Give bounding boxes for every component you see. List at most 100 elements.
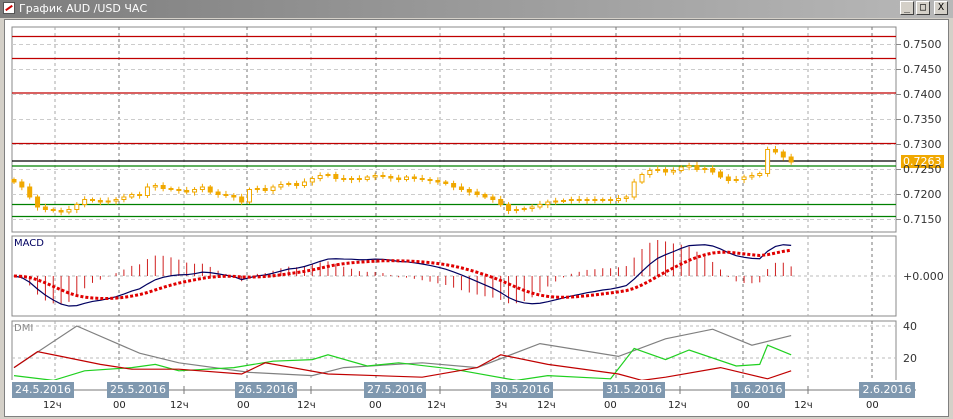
- candle-body: [121, 196, 127, 200]
- candle-body: [521, 208, 527, 210]
- candle-body: [545, 201, 551, 205]
- hour-label: 00: [237, 400, 250, 411]
- date-label: 30.5.2016: [491, 382, 553, 398]
- candle-body: [427, 179, 433, 181]
- candle-body: [498, 199, 504, 205]
- candle-body: [741, 176, 747, 180]
- candle-body: [199, 186, 205, 190]
- candle-body: [647, 170, 653, 175]
- candle-body: [529, 206, 535, 209]
- candle-body: [192, 189, 198, 193]
- candle-body: [105, 200, 111, 203]
- hour-label: 12ч: [43, 400, 62, 411]
- hour-label: 12ч: [668, 400, 687, 411]
- price-axis-label: 0.7250: [903, 162, 942, 176]
- candle-body: [443, 181, 449, 184]
- hour-label: 00: [866, 400, 879, 411]
- price-axis-label: 0.7400: [903, 87, 942, 101]
- candle-body: [490, 196, 496, 200]
- candle-body: [506, 204, 512, 211]
- candle-body: [608, 199, 614, 201]
- candle-body: [411, 176, 417, 179]
- candle-body: [144, 186, 150, 196]
- candle-body: [42, 206, 48, 210]
- candle-body: [419, 178, 425, 180]
- candle-body: [380, 175, 386, 177]
- hour-label: 12ч: [297, 400, 316, 411]
- candle-body: [356, 178, 362, 180]
- price-axis-label: 0.7300: [903, 137, 942, 151]
- candle-body: [670, 170, 676, 173]
- hour-label: 12ч: [537, 400, 556, 411]
- candle-body: [341, 178, 347, 180]
- chart-canvas[interactable]: [0, 0, 953, 419]
- candle-body: [749, 175, 755, 178]
- candle-body: [568, 199, 574, 201]
- candle-body: [349, 178, 355, 180]
- candle-body: [160, 185, 166, 189]
- candle-body: [404, 176, 409, 180]
- candle-body: [152, 185, 158, 188]
- candle-body: [278, 184, 284, 188]
- candle-body: [11, 179, 17, 183]
- candle-body: [576, 199, 582, 201]
- candle-body: [537, 204, 543, 208]
- candle-body: [333, 174, 339, 179]
- candle-body: [592, 199, 598, 201]
- date-label: 31.5.2016: [603, 382, 665, 398]
- candle-body: [19, 181, 25, 188]
- candle-body: [364, 176, 370, 180]
- candle-body: [97, 200, 103, 203]
- date-label: 1.6.2016: [731, 382, 785, 398]
- candle-body: [694, 165, 700, 170]
- candle-body: [733, 179, 739, 181]
- candle-body: [702, 168, 708, 170]
- candle-body: [388, 176, 394, 179]
- candle-body: [725, 176, 731, 181]
- hour-label: 12ч: [794, 400, 813, 411]
- price-axis-label: 0.7350: [903, 112, 942, 126]
- dmi-tick-20: 20: [903, 352, 917, 365]
- candle-body: [262, 188, 268, 191]
- candle-body: [58, 210, 64, 213]
- price-axis-label: 0.7150: [903, 212, 942, 226]
- candle-body: [231, 195, 237, 198]
- hour-label: 00: [369, 400, 382, 411]
- candle-body: [176, 189, 182, 191]
- candle-body: [215, 191, 221, 195]
- hour-label: 12ч: [170, 400, 189, 411]
- candle-body: [207, 186, 213, 193]
- candle-body: [35, 196, 41, 208]
- date-label: 24.5.2016: [12, 382, 74, 398]
- candle-body: [663, 169, 669, 173]
- candle-body: [90, 199, 95, 201]
- candle-body: [482, 194, 488, 198]
- macd-zero-tick: +0.000: [903, 270, 944, 283]
- candle-body: [168, 188, 174, 190]
- candle-body: [615, 198, 621, 201]
- candle-body: [584, 199, 590, 201]
- hour-label: 00: [737, 400, 750, 411]
- candle-body: [757, 173, 763, 176]
- candle-body: [718, 171, 723, 178]
- candle-body: [600, 199, 606, 201]
- date-label: 26.5.2016: [235, 382, 297, 398]
- candle-body: [623, 196, 629, 199]
- candle-body: [772, 149, 778, 153]
- price-axis-label: 0.7500: [903, 37, 942, 51]
- candle-body: [254, 188, 260, 190]
- candle-body: [466, 189, 472, 193]
- candle-body: [270, 186, 276, 191]
- candle-body: [631, 181, 637, 198]
- candle-body: [788, 156, 794, 163]
- candle-body: [50, 209, 56, 211]
- candle-body: [301, 181, 307, 186]
- candle-body: [678, 166, 684, 171]
- candle-body: [513, 209, 519, 211]
- candle-body: [372, 175, 378, 178]
- candle-body: [561, 200, 566, 202]
- price-axis-label: 0.7200: [903, 187, 942, 201]
- candle-body: [239, 196, 245, 203]
- candle-body: [129, 194, 135, 198]
- candle-body: [325, 174, 331, 176]
